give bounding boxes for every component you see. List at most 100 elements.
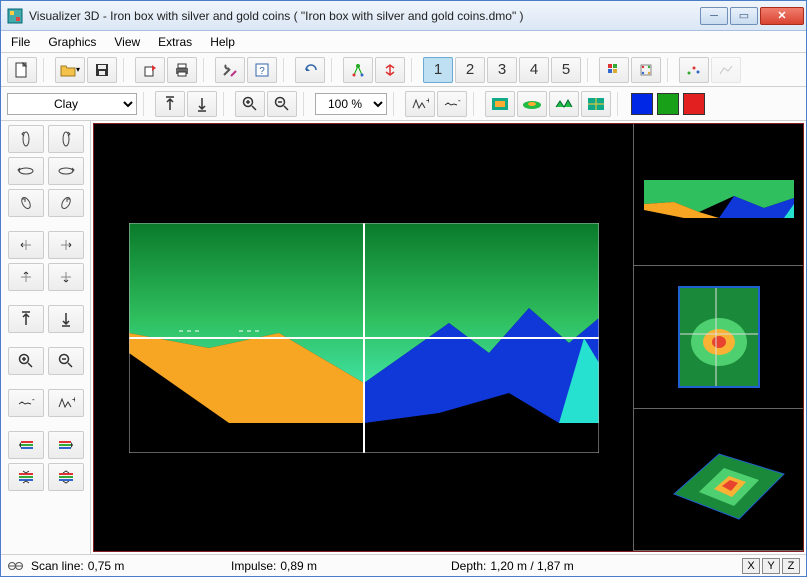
axis-y-button[interactable]: Y <box>762 558 780 574</box>
tools-icon <box>222 63 238 77</box>
arrow-down-bar-icon <box>196 96 208 112</box>
print-button[interactable] <box>167 57 197 83</box>
cross-down-icon <box>58 269 74 285</box>
view-2-button[interactable]: 2 <box>455 57 485 83</box>
preview-top[interactable] <box>634 266 803 408</box>
wave-down-icon: - <box>17 396 35 410</box>
color-compress-button[interactable] <box>8 463 44 491</box>
preview1-icon <box>644 160 794 230</box>
scan-side-view <box>129 223 599 453</box>
color-shift-left-button[interactable] <box>8 431 44 459</box>
main-canvas[interactable] <box>94 124 633 551</box>
export-button[interactable] <box>135 57 165 83</box>
grid-button-alt[interactable] <box>631 57 661 83</box>
workspace <box>91 121 806 554</box>
line-chart-button[interactable] <box>711 57 741 83</box>
rot5-icon <box>18 194 34 212</box>
status-icon <box>7 559 25 573</box>
zoom-out-button[interactable] <box>267 91 297 117</box>
rotate-z-ccw-button[interactable] <box>8 157 44 185</box>
settings-button[interactable] <box>215 57 245 83</box>
preview-column <box>633 124 803 551</box>
close-button[interactable]: ✕ <box>760 7 804 25</box>
soil-type-select[interactable]: Clay <box>7 93 137 115</box>
help-button[interactable]: ? <box>247 57 277 83</box>
amplitude-down-button[interactable]: - <box>437 91 467 117</box>
floppy-icon <box>95 63 109 77</box>
mode-button-4[interactable] <box>581 91 611 117</box>
page-icon <box>15 62 29 78</box>
view-1-button[interactable]: 1 <box>423 57 453 83</box>
amplitude-up-side-button[interactable]: + <box>48 389 84 417</box>
color-green-swatch[interactable] <box>657 93 679 115</box>
color-expand-button[interactable] <box>48 463 84 491</box>
save-button[interactable] <box>87 57 117 83</box>
color-blue-swatch[interactable] <box>631 93 653 115</box>
menu-extras[interactable]: Extras <box>158 35 192 49</box>
zoom-in-button[interactable] <box>235 91 265 117</box>
rotate-x-ccw-button[interactable] <box>8 189 44 217</box>
move-right-button[interactable] <box>48 231 84 259</box>
preview-3d[interactable] <box>634 409 803 551</box>
bars-out-icon <box>57 470 75 484</box>
titlebar[interactable]: Visualizer 3D - Iron box with silver and… <box>1 1 806 31</box>
new-button[interactable] <box>7 57 37 83</box>
menu-help[interactable]: Help <box>210 35 235 49</box>
amplitude-up-button[interactable]: + <box>405 91 435 117</box>
zoom-out-side-button[interactable] <box>48 347 84 375</box>
svg-text:-: - <box>32 396 35 404</box>
svg-text:+: + <box>426 97 429 105</box>
axis-x-button[interactable]: X <box>742 558 760 574</box>
depth-down-button[interactable] <box>187 91 217 117</box>
axis-z-button[interactable]: Z <box>782 558 800 574</box>
mode-button-2[interactable] <box>517 91 547 117</box>
amplitude-down-side-button[interactable]: - <box>8 389 44 417</box>
bars-right-icon <box>57 439 75 451</box>
app-icon <box>7 8 23 24</box>
open-button[interactable]: ▾ <box>55 57 85 83</box>
menu-file[interactable]: File <box>11 35 30 49</box>
preview3-icon <box>644 424 794 534</box>
zoom-in-side-button[interactable] <box>8 347 44 375</box>
grid-button[interactable] <box>599 57 629 83</box>
depth-up-side-button[interactable] <box>8 305 44 333</box>
menu-graphics[interactable]: Graphics <box>48 35 96 49</box>
side-toolbar: - + <box>1 121 91 554</box>
move-left-button[interactable] <box>8 231 44 259</box>
mode-button-3[interactable] <box>549 91 579 117</box>
undo-button[interactable] <box>295 57 325 83</box>
depth-down-side-button[interactable] <box>48 305 84 333</box>
arrow-down-bar-icon <box>60 311 72 327</box>
svg-text:-: - <box>458 97 461 105</box>
rotate-y-ccw-button[interactable] <box>8 125 44 153</box>
interpolate-button[interactable] <box>343 57 373 83</box>
color-shift-right-button[interactable] <box>48 431 84 459</box>
thumb4-icon <box>587 97 605 111</box>
view-3-button[interactable]: 3 <box>487 57 517 83</box>
view-4-button[interactable]: 4 <box>519 57 549 83</box>
view-5-button[interactable]: 5 <box>551 57 581 83</box>
move-up-button[interactable] <box>8 263 44 291</box>
minimize-button[interactable]: ─ <box>700 7 728 25</box>
maximize-button[interactable]: ▭ <box>730 7 758 25</box>
undo-icon <box>302 64 318 76</box>
status-depth: Depth: 1,20 m / 1,87 m <box>451 559 742 573</box>
body-area: - + <box>1 121 806 554</box>
scatter-button[interactable] <box>679 57 709 83</box>
rot4-icon <box>57 164 75 178</box>
move-down-button[interactable] <box>48 263 84 291</box>
rotate-x-cw-button[interactable] <box>48 189 84 217</box>
depth-up-button[interactable] <box>155 91 185 117</box>
status-impulse: Impulse: 0,89 m <box>231 559 451 573</box>
preview-side[interactable] <box>634 124 803 266</box>
zoom-out-icon <box>58 353 74 369</box>
printer-icon <box>174 63 190 77</box>
rotate-y-cw-button[interactable] <box>48 125 84 153</box>
color-red-swatch[interactable] <box>683 93 705 115</box>
signal-correction-button[interactable] <box>375 57 405 83</box>
rotate-z-cw-button[interactable] <box>48 157 84 185</box>
window-title: Visualizer 3D - Iron box with silver and… <box>29 9 700 23</box>
zoom-select[interactable]: 100 % <box>315 93 387 115</box>
menu-view[interactable]: View <box>114 35 140 49</box>
mode-button-1[interactable] <box>485 91 515 117</box>
